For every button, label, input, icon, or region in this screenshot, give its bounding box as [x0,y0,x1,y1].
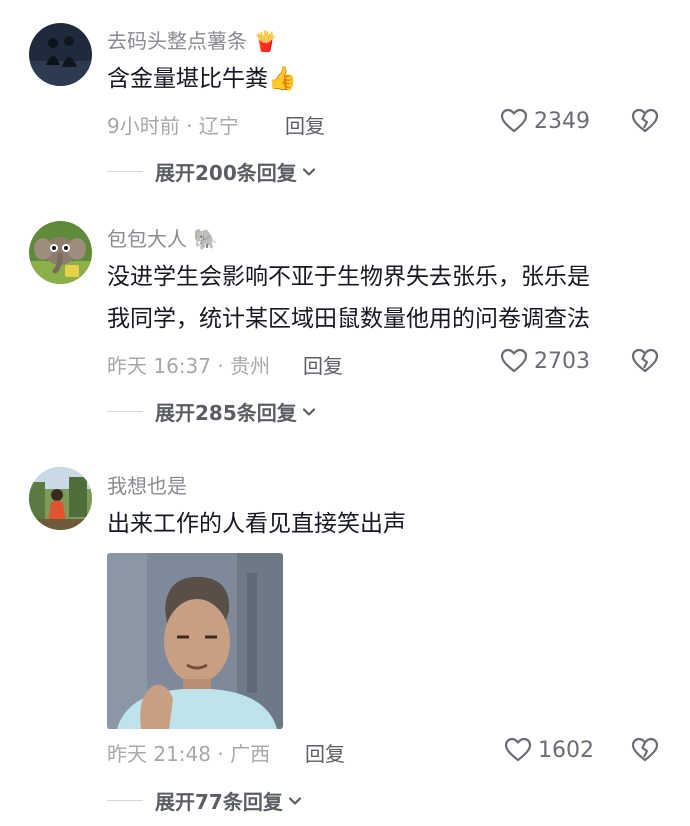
expand-replies[interactable]: 展开77条回复 [107,786,303,815]
like-count: 2703 [534,348,590,374]
dislike-button[interactable] [631,108,659,138]
heart-outline-icon [500,348,528,373]
comment-text-line: 没进学生会影响不亚于生物界失去张乐，张乐是 [107,264,590,290]
expand-replies[interactable]: 展开285条回复 [107,397,317,426]
expand-replies[interactable]: 展开200条回复 [107,157,317,186]
broken-heart-icon [631,348,659,373]
divider-line [107,411,143,412]
comment-text: 出来工作的人看见直接笑出声 [107,503,406,545]
divider-line [107,800,143,801]
expand-replies-label[interactable]: 展开77条回复 [155,786,283,815]
avatar[interactable] [29,467,92,530]
comment-text-line: 我同学，统计某区域田鼠数量他用的问卷调查法 [107,306,590,332]
username[interactable]: 包包大人 🐘 [107,223,218,252]
like-count: 1602 [538,737,594,763]
broken-heart-icon [631,737,659,762]
comment-text-line: 含金量堪比牛粪 [107,66,268,92]
username[interactable]: 去码头整点薯条 🍟 [107,25,278,54]
reply-button[interactable]: 回复 [285,110,325,139]
reply-button[interactable]: 回复 [303,350,343,379]
divider-line [107,171,143,172]
like-button[interactable]: 2703 [500,348,590,374]
username-text[interactable]: 去码头整点薯条 [107,29,247,53]
chevron-down-icon [302,167,315,176]
chevron-down-icon [302,407,315,416]
username-text[interactable]: 包包大人 [107,227,187,251]
expand-replies-label[interactable]: 展开200条回复 [155,157,297,186]
like-button[interactable]: 2349 [500,108,590,134]
avatar[interactable] [29,221,92,284]
fries-emoji-icon: 🍟 [253,29,278,53]
reply-button[interactable]: 回复 [305,738,345,767]
expand-replies-label[interactable]: 展开285条回复 [155,397,297,426]
heart-outline-icon [500,108,528,133]
broken-heart-icon [631,108,659,133]
username[interactable]: 我想也是 [107,470,187,499]
comment-meta: 昨天 16:37 · 贵州 [107,354,271,378]
comment-meta: 昨天 21:48 · 广西 [107,742,271,766]
comment-text: 没进学生会影响不亚于生物界失去张乐，张乐是 我同学，统计某区域田鼠数量他用的问卷… [107,256,590,340]
dislike-button[interactable] [631,348,659,378]
thumbs-up-emoji-icon: 👍 [268,66,297,92]
like-count: 2349 [534,108,590,134]
dislike-button[interactable] [631,737,659,767]
comment-text: 含金量堪比牛粪👍 [107,58,297,100]
like-button[interactable]: 1602 [504,737,594,763]
heart-outline-icon [504,737,532,762]
chevron-down-icon [288,796,301,805]
comment-meta: 9小时前 · 辽宁 [107,114,239,138]
comment-image[interactable] [107,553,283,729]
avatar[interactable] [29,23,92,86]
username-text[interactable]: 我想也是 [107,474,187,498]
comment-text-line: 出来工作的人看见直接笑出声 [107,511,406,537]
elephant-emoji-icon: 🐘 [193,227,218,251]
